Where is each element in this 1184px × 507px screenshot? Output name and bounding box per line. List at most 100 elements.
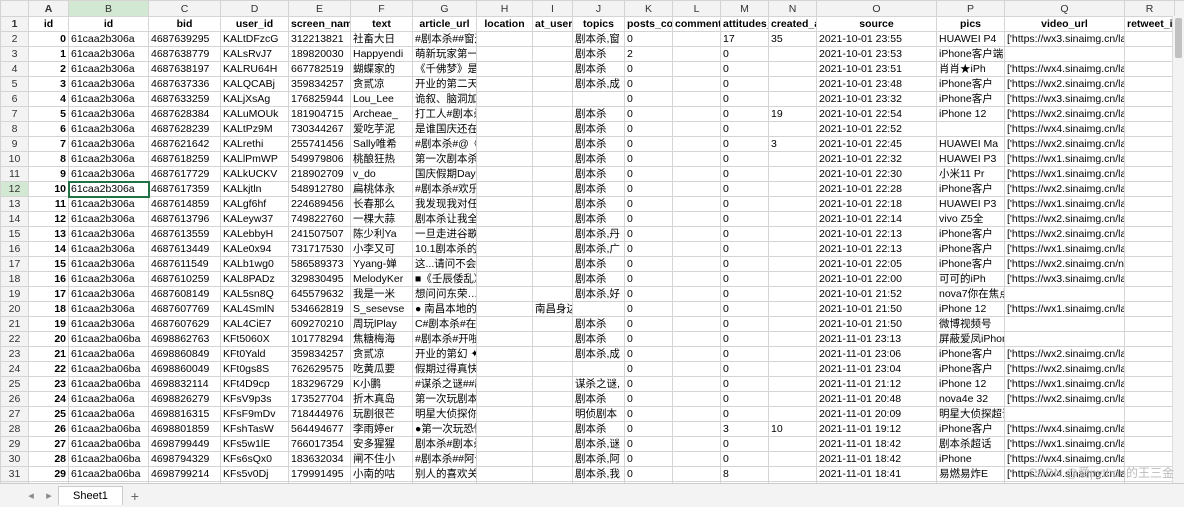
- cell[interactable]: [769, 302, 817, 317]
- cell[interactable]: [769, 437, 817, 452]
- cell[interactable]: 0: [721, 107, 769, 122]
- cell[interactable]: [673, 77, 721, 92]
- cell[interactable]: [533, 182, 573, 197]
- cell[interactable]: 0: [625, 92, 673, 107]
- cell[interactable]: [673, 287, 721, 302]
- cell[interactable]: 61caa2b306a: [69, 32, 149, 47]
- cell[interactable]: 645579632: [289, 287, 351, 302]
- cell[interactable]: 2021-10-01 23:48: [817, 77, 937, 92]
- header-cell[interactable]: posts_count: [625, 17, 673, 32]
- cell[interactable]: 0: [625, 137, 673, 152]
- cell[interactable]: 剧本杀,窗: [573, 32, 625, 47]
- cell[interactable]: 谋杀之谜,: [573, 377, 625, 392]
- cell[interactable]: 61caa2b306a: [69, 62, 149, 77]
- cell[interactable]: ['https://wx4.sinaimg.cn/la: [1005, 122, 1125, 137]
- cell[interactable]: [477, 302, 533, 317]
- header-cell[interactable]: video_url: [1005, 17, 1125, 32]
- cell[interactable]: 4687618259: [149, 152, 221, 167]
- cell[interactable]: 61caa2b306a: [69, 197, 149, 212]
- cell[interactable]: 2021-10-01 22:30: [817, 167, 937, 182]
- cell[interactable]: 2021-10-01 22:14: [817, 212, 937, 227]
- cell[interactable]: 0: [721, 227, 769, 242]
- cell[interactable]: KFshTasW: [221, 422, 289, 437]
- cell[interactable]: [573, 92, 625, 107]
- cell[interactable]: [1125, 287, 1175, 302]
- cell[interactable]: 0: [721, 92, 769, 107]
- header-cell[interactable]: article_url: [413, 17, 477, 32]
- cell[interactable]: 8: [721, 467, 769, 482]
- cell[interactable]: 想问问东荣…你们有东营: [413, 287, 477, 302]
- cell[interactable]: 61caa2b306a: [69, 152, 149, 167]
- cell[interactable]: 61caa2b306a: [69, 92, 149, 107]
- cell[interactable]: [673, 407, 721, 422]
- header-cell[interactable]: retweet_id: [1125, 17, 1175, 32]
- cell[interactable]: 诡叙、脑洞加不断的反转就是变格的魅力，死者在幻: [413, 92, 477, 107]
- cell[interactable]: [769, 332, 817, 347]
- header-cell[interactable]: topics: [573, 17, 625, 32]
- cell[interactable]: 4687608149: [149, 287, 221, 302]
- cell[interactable]: 224689456: [289, 197, 351, 212]
- cell[interactable]: [533, 92, 573, 107]
- col-header-C[interactable]: C: [149, 1, 221, 17]
- cell[interactable]: [573, 302, 625, 317]
- cell[interactable]: 173527704: [289, 392, 351, 407]
- cell[interactable]: 22: [29, 362, 69, 377]
- cell[interactable]: KFs6sQx0: [221, 452, 289, 467]
- cell[interactable]: [769, 92, 817, 107]
- cell[interactable]: [1125, 92, 1175, 107]
- row-header[interactable]: 3: [1, 47, 29, 62]
- cell[interactable]: 359834257: [289, 77, 351, 92]
- col-header-G[interactable]: G: [413, 1, 477, 17]
- cell[interactable]: KFt4D9cp: [221, 377, 289, 392]
- cell[interactable]: [533, 332, 573, 347]
- cell[interactable]: [477, 287, 533, 302]
- cell[interactable]: 0: [721, 167, 769, 182]
- cell[interactable]: 2021-11-01 23:06: [817, 347, 937, 362]
- cell[interactable]: ['https://wx2.sinaimg.cn/nova7: [1005, 257, 1125, 272]
- cell[interactable]: [1125, 467, 1175, 482]
- cell[interactable]: 2021-10-01 23:53: [817, 47, 937, 62]
- cell[interactable]: 20: [29, 332, 69, 347]
- cell[interactable]: 61caa2b306a: [69, 167, 149, 182]
- cell[interactable]: ['https://wx4.sinaimg.cn/la: [1005, 452, 1125, 467]
- cell[interactable]: 549979806: [289, 152, 351, 167]
- cell[interactable]: [769, 362, 817, 377]
- cell[interactable]: [533, 452, 573, 467]
- cell[interactable]: 0: [721, 212, 769, 227]
- cell[interactable]: 小南的咕: [351, 467, 413, 482]
- cell[interactable]: KALb1wg0: [221, 257, 289, 272]
- cell[interactable]: [533, 152, 573, 167]
- header-cell[interactable]: pics: [937, 17, 1005, 32]
- cell[interactable]: ['https://wx4.sinaimg.cn/la: [1005, 62, 1125, 77]
- cell[interactable]: 剧本杀: [573, 137, 625, 152]
- cell[interactable]: [769, 77, 817, 92]
- header-cell[interactable]: screen_name: [289, 17, 351, 32]
- cell[interactable]: [769, 347, 817, 362]
- cell[interactable]: [769, 272, 817, 287]
- cell[interactable]: 179991495: [289, 467, 351, 482]
- cell[interactable]: [1125, 77, 1175, 92]
- cell[interactable]: 61caa2ba06a: [69, 347, 149, 362]
- cell[interactable]: 61caa2b306a: [69, 257, 149, 272]
- cell[interactable]: 0: [625, 287, 673, 302]
- add-sheet-icon[interactable]: +: [123, 488, 147, 504]
- cell[interactable]: 爱吃芋泥: [351, 122, 413, 137]
- cell[interactable]: [1125, 212, 1175, 227]
- cell[interactable]: 0: [721, 272, 769, 287]
- col-header-Q[interactable]: Q: [1005, 1, 1125, 17]
- cell[interactable]: [533, 437, 573, 452]
- cell[interactable]: 4687613796: [149, 212, 221, 227]
- cell[interactable]: [769, 152, 817, 167]
- cell[interactable]: 0: [721, 137, 769, 152]
- cell[interactable]: [1125, 182, 1175, 197]
- cell[interactable]: 4698860049: [149, 362, 221, 377]
- cell[interactable]: KALebbyH: [221, 227, 289, 242]
- cell[interactable]: [477, 227, 533, 242]
- col-header-B[interactable]: B: [69, 1, 149, 17]
- row-header[interactable]: 6: [1, 92, 29, 107]
- cell[interactable]: [673, 167, 721, 182]
- cell[interactable]: [1125, 122, 1175, 137]
- cell[interactable]: ['https://wx1.sinaimg.cn/la: [1005, 377, 1125, 392]
- cell[interactable]: iPhone客户端: [937, 47, 1005, 62]
- cell[interactable]: 718444976: [289, 407, 351, 422]
